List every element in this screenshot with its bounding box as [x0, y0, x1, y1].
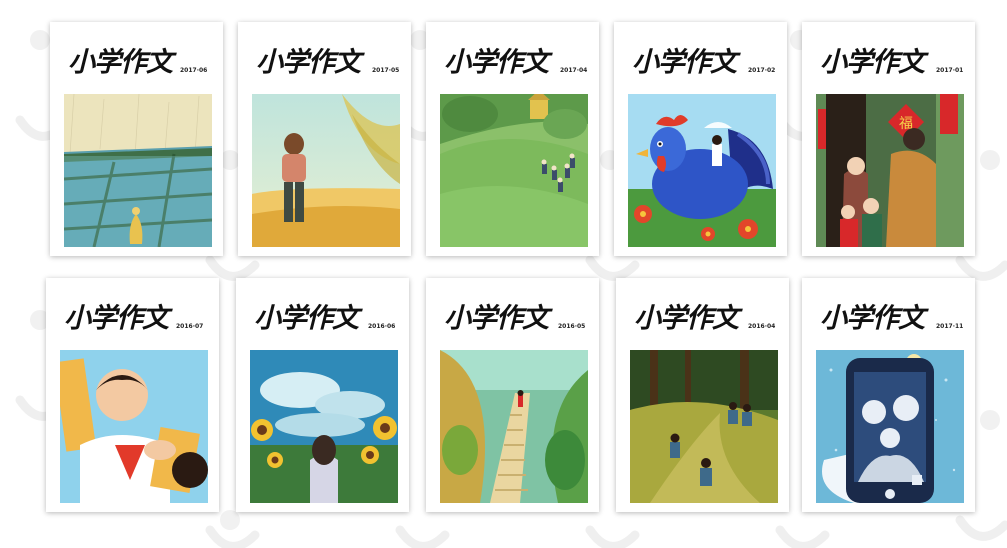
issue-label: 2016·04	[748, 323, 776, 330]
magazine-title: 小学作文	[68, 47, 173, 78]
cover-illustration-green-hill	[440, 94, 588, 247]
cover-illustration-forest	[630, 350, 778, 503]
cover-illustration-boy-reading	[60, 350, 208, 503]
issue-label: 2017·05	[372, 67, 400, 74]
cover-illustration-sunflowers	[250, 350, 398, 503]
magazine-title: 小学作文	[820, 47, 925, 78]
magazine-cover-10[interactable]: 小学作文 2017·11	[802, 278, 975, 512]
magazine-cover-7[interactable]: 小学作文 2016·06	[236, 278, 409, 512]
magazine-title: 小学作文	[820, 303, 925, 334]
magazine-cover-2[interactable]: 小学作文 2017·05	[238, 22, 411, 256]
magazine-title: 小学作文	[444, 47, 549, 78]
cover-illustration-mountain-stairs	[440, 350, 588, 503]
magazine-cover-8[interactable]: 小学作文 2016·05	[426, 278, 599, 512]
magazine-title: 小学作文	[632, 47, 737, 78]
issue-label: 2016·06	[368, 323, 396, 330]
cover-illustration-rainy-paddies	[64, 94, 212, 247]
issue-label: 2017·06	[180, 67, 208, 74]
magazine-title: 小学作文	[64, 303, 169, 334]
magazine-title: 小学作文	[634, 303, 739, 334]
cover-illustration-new-year-door: 福	[816, 94, 964, 247]
magazine-cover-9[interactable]: 小学作文 2016·04	[616, 278, 789, 512]
cover-illustration-golden-field	[252, 94, 400, 247]
issue-label: 2016·05	[558, 323, 586, 330]
magazine-title: 小学作文	[256, 47, 361, 78]
magazine-cover-4[interactable]: 小学作文 2017·02	[614, 22, 787, 256]
issue-label: 2017·11	[936, 323, 964, 330]
issue-label: 2016·07	[176, 323, 204, 330]
cover-illustration-rooster	[628, 94, 776, 247]
cover-illustration-phone-family	[816, 350, 964, 503]
magazine-cover-1[interactable]: 小学作文 2017·06	[50, 22, 223, 256]
magazine-cover-3[interactable]: 小学作文 2017·04	[426, 22, 599, 256]
issue-label: 2017·04	[560, 67, 588, 74]
magazine-title: 小学作文	[254, 303, 359, 334]
issue-label: 2017·02	[748, 67, 776, 74]
magazine-cover-6[interactable]: 小学作文 2016·07	[46, 278, 219, 512]
issue-label: 2017·01	[936, 67, 964, 74]
magazine-cover-5[interactable]: 小学作文 2017·01 福	[802, 22, 975, 256]
magazine-title: 小学作文	[444, 303, 549, 334]
